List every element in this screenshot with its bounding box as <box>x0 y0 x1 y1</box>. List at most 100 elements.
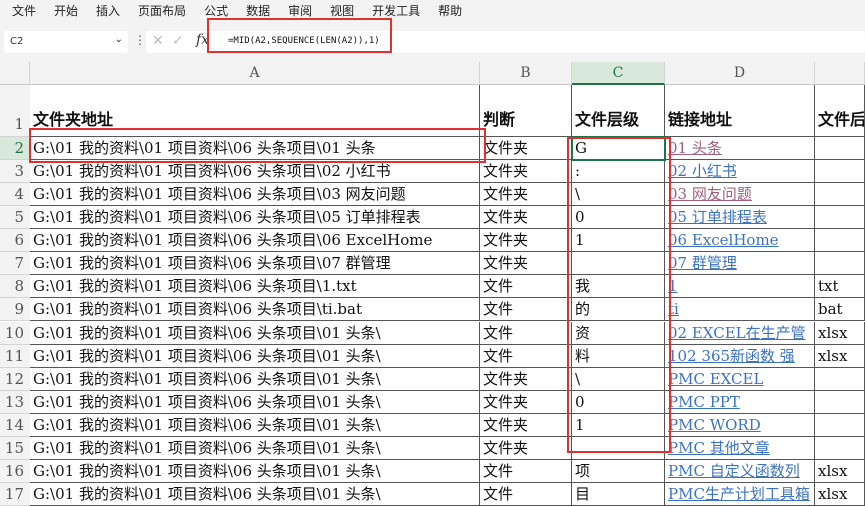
row-header[interactable]: 12 <box>0 367 30 391</box>
cell-a[interactable]: G:\01 我的资料\01 项目资料\06 头条项目\07 群管理 <box>30 252 480 276</box>
header-cell-b[interactable]: 判断 <box>480 85 572 137</box>
cell-c[interactable]: 料 <box>572 344 665 368</box>
cancel-icon[interactable]: ✕ <box>152 33 164 49</box>
hyperlink[interactable]: 05 订单排程表 <box>668 208 767 226</box>
hyperlink[interactable]: PMC 自定义函数列 <box>668 462 800 480</box>
cell-a[interactable]: G:\01 我的资料\01 项目资料\06 头条项目\01 头条 <box>30 137 480 160</box>
cell-e[interactable] <box>815 229 865 253</box>
header-cell-e[interactable]: 文件后 <box>815 85 865 137</box>
menu-item[interactable]: 开发工具 <box>360 0 420 20</box>
cell-d[interactable]: 01 头条 <box>665 137 815 160</box>
cell-e[interactable] <box>815 252 865 276</box>
row-header[interactable]: 3 <box>0 160 30 184</box>
row-header[interactable]: 17 <box>0 483 30 506</box>
cell-c[interactable]: \ <box>572 183 665 207</box>
cell-d[interactable]: 06 ExcelHome <box>665 229 815 253</box>
hyperlink[interactable]: PMC生产计划工具箱 <box>668 485 810 503</box>
header-cell-d[interactable]: 链接地址 <box>665 85 815 137</box>
row-header[interactable]: 4 <box>0 183 30 207</box>
header-cell-a[interactable]: 文件夹地址 <box>30 85 480 137</box>
cell-c[interactable]: 目 <box>572 483 665 506</box>
column-header-e[interactable] <box>815 62 865 85</box>
cell-c[interactable]: 的 <box>572 298 665 322</box>
menu-item[interactable]: 开始 <box>42 0 78 20</box>
cell-d[interactable]: 02 EXCEL在生产管 <box>665 321 815 345</box>
cell-a[interactable]: G:\01 我的资料\01 项目资料\06 头条项目\05 订单排程表 <box>30 206 480 230</box>
cell-c[interactable] <box>572 436 665 460</box>
cell-a[interactable]: G:\01 我的资料\01 项目资料\06 头条项目\02 小红书 <box>30 160 480 184</box>
cell-a[interactable]: G:\01 我的资料\01 项目资料\06 头条项目\01 头条\ <box>30 413 480 437</box>
cell-b[interactable]: 文件 <box>480 275 572 299</box>
cell-d[interactable]: PMC生产计划工具箱 <box>665 483 815 506</box>
cell-a[interactable]: G:\01 我的资料\01 项目资料\06 头条项目\1.txt <box>30 275 480 299</box>
row-header[interactable]: 2 <box>0 137 30 160</box>
hyperlink[interactable]: 03 网友问题 <box>668 185 752 203</box>
chevron-down-icon[interactable]: ⌄ <box>115 34 123 45</box>
cell-b[interactable]: 文件夹 <box>480 229 572 253</box>
cell-d[interactable]: 03 网友问题 <box>665 183 815 207</box>
column-header-d[interactable]: D <box>665 62 815 85</box>
cell-c[interactable]: 项 <box>572 459 665 483</box>
hyperlink[interactable]: ti <box>668 300 679 318</box>
cell-a[interactable]: G:\01 我的资料\01 项目资料\06 头条项目\01 头条\ <box>30 390 480 414</box>
row-header[interactable]: 16 <box>0 459 30 483</box>
cell-e[interactable]: bat <box>815 298 865 322</box>
menu-item[interactable]: 审阅 <box>276 0 312 20</box>
formula-text[interactable]: =MID(A2,SEQUENCE(LEN(A2)),1) <box>228 36 380 46</box>
cell-b[interactable]: 文件夹 <box>480 252 572 276</box>
cell-b[interactable]: 文件夹 <box>480 206 572 230</box>
cell-c[interactable] <box>572 252 665 276</box>
cell-d[interactable]: 07 群管理 <box>665 252 815 276</box>
cell-b[interactable]: 文件 <box>480 483 572 506</box>
row-header[interactable]: 8 <box>0 275 30 299</box>
cell-a[interactable]: G:\01 我的资料\01 项目资料\06 头条项目\06 ExcelHome <box>30 229 480 253</box>
cell-e[interactable] <box>815 413 865 437</box>
row-header[interactable]: 11 <box>0 344 30 368</box>
hyperlink[interactable]: 01 头条 <box>668 139 722 157</box>
cell-e[interactable]: xlsx <box>815 321 865 345</box>
cell-d[interactable]: PMC 自定义函数列 <box>665 459 815 483</box>
row-header[interactable]: 9 <box>0 298 30 322</box>
row-header[interactable]: 6 <box>0 229 30 253</box>
cell-d[interactable]: ti <box>665 298 815 322</box>
cell-b[interactable]: 文件 <box>480 344 572 368</box>
cell-b[interactable]: 文件夹 <box>480 367 572 391</box>
check-icon[interactable]: ✓ <box>172 33 184 49</box>
cell-c[interactable]: : <box>572 160 665 184</box>
column-header-b[interactable]: B <box>480 62 572 85</box>
menu-item[interactable]: 数据 <box>234 0 270 20</box>
cell-b[interactable]: 文件夹 <box>480 183 572 207</box>
cell-b[interactable]: 文件 <box>480 459 572 483</box>
cell-c[interactable]: 0 <box>572 390 665 414</box>
cell-b[interactable]: 文件 <box>480 321 572 345</box>
name-box[interactable]: C2 ⌄ <box>4 31 128 53</box>
cell-a[interactable]: G:\01 我的资料\01 项目资料\06 头条项目\01 头条\ <box>30 344 480 368</box>
cell-e[interactable] <box>815 160 865 184</box>
row-header[interactable]: 14 <box>0 413 30 437</box>
insert-function-icon[interactable]: fx <box>196 32 209 48</box>
cell-c[interactable]: 1 <box>572 229 665 253</box>
cell-d[interactable]: PMC 其他文章 <box>665 436 815 460</box>
cell-e[interactable] <box>815 137 865 160</box>
hyperlink[interactable]: 102 365新函数 强 <box>668 347 795 365</box>
cell-a[interactable]: G:\01 我的资料\01 项目资料\06 头条项目\01 头条\ <box>30 459 480 483</box>
formula-input[interactable]: ✕ ✓ fx =MID(A2,SEQUENCE(LEN(A2)),1) <box>146 31 865 53</box>
menu-item[interactable]: 帮助 <box>426 0 462 20</box>
header-cell-c[interactable]: 文件层级 <box>572 85 665 137</box>
cell-e[interactable]: xlsx <box>815 459 865 483</box>
column-header-c[interactable]: C <box>572 62 665 85</box>
cell-a[interactable]: G:\01 我的资料\01 项目资料\06 头条项目\01 头条\ <box>30 321 480 345</box>
hyperlink[interactable]: PMC 其他文章 <box>668 439 770 457</box>
row-header[interactable]: 7 <box>0 252 30 276</box>
hyperlink[interactable]: 02 小红书 <box>668 162 737 180</box>
cell-c[interactable]: 0 <box>572 206 665 230</box>
menu-item[interactable]: 页面布局 <box>126 0 186 20</box>
cell-a[interactable]: G:\01 我的资料\01 项目资料\06 头条项目\01 头条\ <box>30 367 480 391</box>
hyperlink[interactable]: PMC PPT <box>668 393 740 411</box>
menu-item[interactable]: 视图 <box>318 0 354 20</box>
cell-a[interactable]: G:\01 我的资料\01 项目资料\06 头条项目\01 头条\ <box>30 436 480 460</box>
cell-e[interactable] <box>815 436 865 460</box>
cell-d[interactable]: PMC PPT <box>665 390 815 414</box>
column-header-a[interactable]: A <box>30 62 480 85</box>
cell-e[interactable]: txt <box>815 275 865 299</box>
